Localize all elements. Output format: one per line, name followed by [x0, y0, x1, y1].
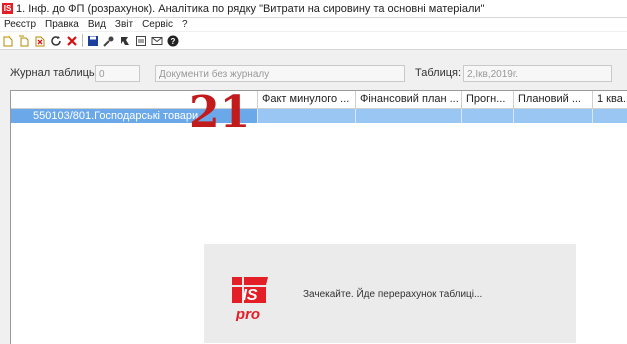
step-number-annotation: 21	[189, 87, 251, 138]
preview-icon[interactable]	[134, 34, 148, 48]
key-icon[interactable]	[102, 34, 116, 48]
column-header-fact-previous[interactable]: Факт минулого ...	[258, 91, 356, 108]
row-cell[interactable]	[514, 109, 593, 123]
menu-report[interactable]: Звіт	[111, 19, 138, 30]
refresh-icon[interactable]	[49, 34, 63, 48]
row-cell[interactable]	[356, 109, 462, 123]
menu-help[interactable]: ?	[178, 19, 193, 30]
filter-bar: Журнал таблиць 0 Документи без журналу Т…	[0, 50, 627, 86]
column-header-planned[interactable]: Плановий ...	[514, 91, 593, 108]
table-field[interactable]: 2,Iкв,2019г.	[463, 65, 612, 82]
row-cell[interactable]	[462, 109, 514, 123]
menu-registry[interactable]: Реєстр	[0, 19, 41, 30]
row-cell[interactable]	[258, 109, 356, 123]
mail-icon[interactable]	[150, 34, 164, 48]
svg-text:pro: pro	[235, 306, 260, 321]
menu-edit[interactable]: Правка	[41, 19, 84, 30]
close-x-icon[interactable]	[65, 34, 79, 48]
toolbar-separator	[82, 34, 83, 47]
delete-document-icon[interactable]	[33, 34, 47, 48]
journal-label: Журнал таблиць	[10, 67, 95, 79]
journal-number-field[interactable]: 0	[95, 65, 140, 82]
new-document-icon[interactable]	[1, 34, 15, 48]
window-title: 1. Інф. до ФП (розрахунок). Аналітика по…	[16, 2, 485, 15]
help-icon[interactable]: ?	[166, 34, 180, 48]
window-titlebar: IS 1. Інф. до ФП (розрахунок). Аналітика…	[0, 0, 627, 18]
arrow-icon[interactable]	[118, 34, 132, 48]
is-pro-logo-icon: IS pro	[230, 277, 270, 323]
column-header-q1[interactable]: 1 ква...	[593, 91, 627, 108]
column-header-forecast[interactable]: Прогн...	[462, 91, 514, 108]
table-row[interactable]: 550103/801.Господарські товари	[11, 109, 627, 123]
table-label: Таблиця:	[415, 67, 462, 79]
row-cell[interactable]	[593, 109, 627, 123]
loading-message: Зачекайте. Йде перерахунок таблиці...	[303, 289, 483, 300]
menu-bar: Реєстр Правка Вид Звіт Сервіс ?	[0, 18, 627, 31]
column-header-financial-plan[interactable]: Фінансовий план ...	[356, 91, 462, 108]
toolbar: ?	[0, 32, 627, 50]
svg-text:IS: IS	[242, 287, 257, 304]
svg-text:?: ?	[171, 37, 176, 46]
grid-header: Факт минулого ... Фінансовий план ... Пр…	[11, 91, 627, 109]
menu-view[interactable]: Вид	[84, 19, 111, 30]
copy-document-icon[interactable]	[17, 34, 31, 48]
menu-service[interactable]: Сервіс	[138, 19, 178, 30]
app-logo-icon: IS	[2, 3, 13, 14]
save-icon[interactable]	[86, 34, 100, 48]
journal-name-field[interactable]: Документи без журналу	[155, 65, 405, 82]
loading-panel: IS pro Зачекайте. Йде перерахунок таблиц…	[204, 244, 576, 343]
